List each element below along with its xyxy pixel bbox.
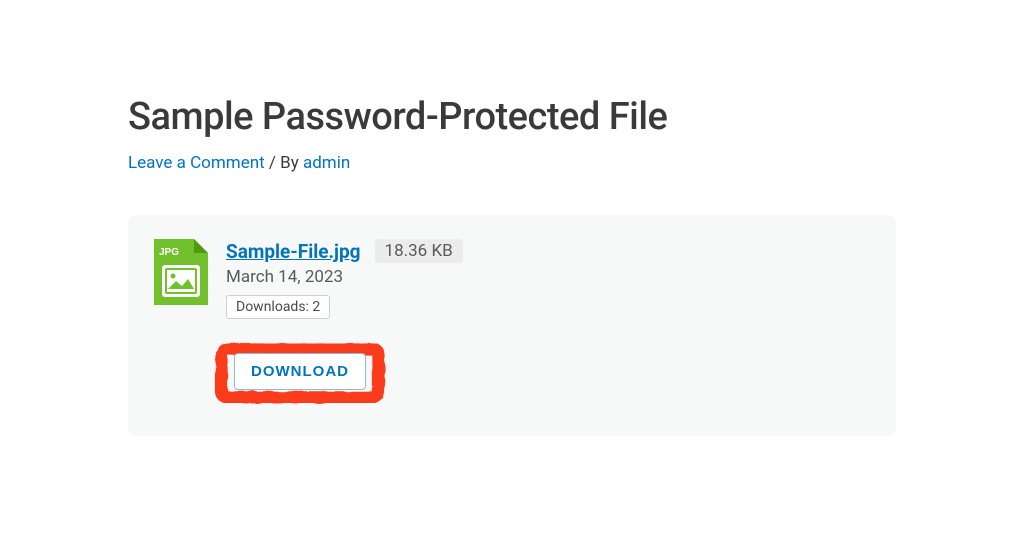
page-title: Sample Password-Protected File xyxy=(128,95,896,139)
meta-separator: / By xyxy=(265,153,303,173)
author-link[interactable]: admin xyxy=(303,153,350,173)
file-name-link[interactable]: Sample-File.jpg xyxy=(226,240,361,263)
post-meta: Leave a Comment / By admin xyxy=(128,153,896,173)
download-button[interactable]: DOWNLOAD xyxy=(234,353,366,390)
svg-text:JPG: JPG xyxy=(159,247,179,258)
file-size-badge: 18.36 KB xyxy=(375,239,463,263)
file-card: JPG Sample-File.jpg 18.36 KB March 14, 2… xyxy=(128,215,896,436)
file-type-icon: JPG xyxy=(154,239,208,309)
leave-comment-link[interactable]: Leave a Comment xyxy=(128,153,265,173)
downloads-count-badge: Downloads: 2 xyxy=(226,295,330,319)
file-date: March 14, 2023 xyxy=(226,267,870,287)
